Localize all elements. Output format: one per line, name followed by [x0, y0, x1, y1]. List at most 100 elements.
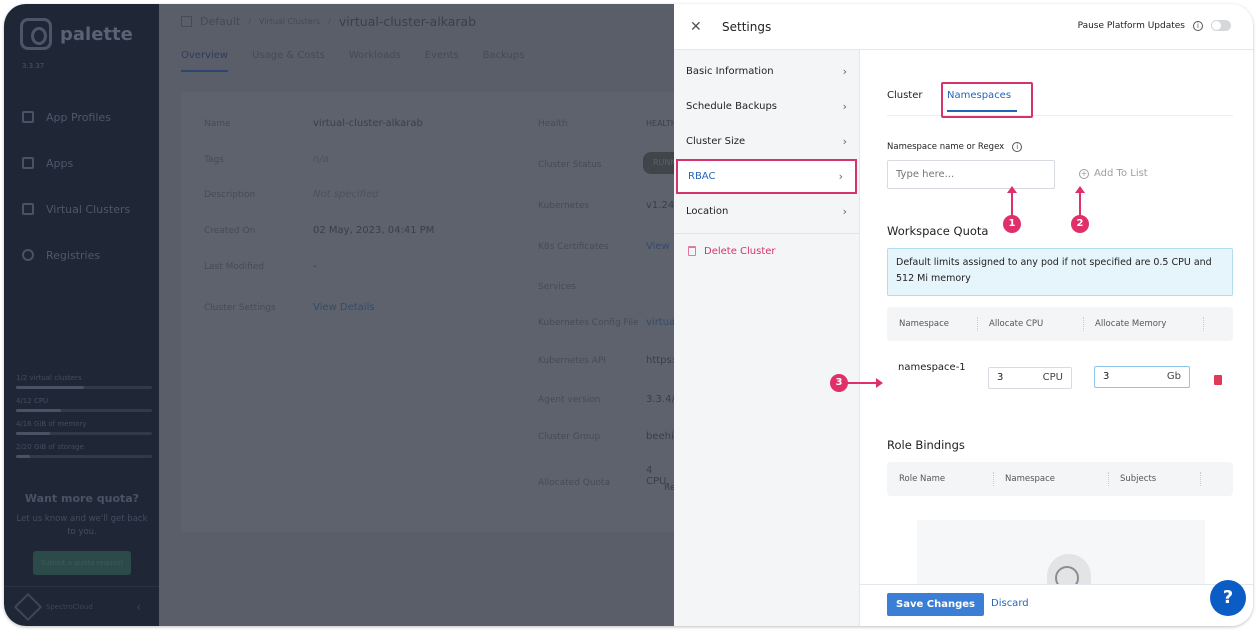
- rbac-tabs: Cluster Namespaces: [887, 82, 1233, 118]
- close-icon[interactable]: ✕: [690, 19, 710, 35]
- tab-usage-costs[interactable]: Usage & Costs: [252, 50, 325, 72]
- chevron-right-icon: ›: [842, 100, 847, 113]
- discard-button[interactable]: Discard: [991, 598, 1029, 609]
- settings-nav-basic-information[interactable]: Basic Information ›: [674, 54, 859, 89]
- sidebar-item-label: Registries: [46, 248, 101, 262]
- footer-brand: SpectroCloud: [46, 602, 93, 611]
- settings-nav-label: Schedule Backups: [686, 101, 777, 112]
- tab-backups[interactable]: Backups: [483, 50, 525, 72]
- spectrocloud-logo-icon: [13, 592, 43, 621]
- annotation-arrow: [1075, 186, 1085, 217]
- tab-cluster[interactable]: Cluster: [887, 90, 923, 101]
- chevron-right-icon: ›: [842, 135, 847, 148]
- pause-updates-label: Pause Platform Updates: [1077, 20, 1185, 31]
- palette-logo-icon: [20, 18, 52, 50]
- usage-fill: [16, 432, 50, 435]
- sidebar-footer: SpectroCloud ‹: [4, 586, 159, 626]
- sidebar-item-apps[interactable]: Apps: [4, 140, 159, 186]
- column-header: Allocate CPU: [989, 319, 1044, 329]
- breadcrumb-current: virtual-cluster-alkarab: [338, 14, 477, 29]
- detail-label: Services: [538, 282, 576, 292]
- usage-virtual-clusters: 1/2 virtual clusters: [16, 374, 152, 389]
- detail-value: n/a: [313, 154, 329, 165]
- settings-title: Settings: [722, 19, 772, 34]
- highlight-box: [941, 82, 1033, 118]
- usage-storage: 2/20 GiB of storage: [16, 443, 152, 458]
- delete-row-icon[interactable]: [1214, 375, 1222, 385]
- detail-label: K8s Certificates: [538, 242, 609, 252]
- default-limits-info: Default limits assigned to any pod if no…: [887, 248, 1233, 296]
- detail-value: -: [313, 261, 317, 272]
- sidebar-item-registries[interactable]: Registries: [4, 232, 159, 278]
- column-header: Namespace: [1005, 474, 1056, 484]
- tab-workloads[interactable]: Workloads: [349, 50, 401, 72]
- settings-nav-cluster-size[interactable]: Cluster Size ›: [674, 124, 859, 159]
- settings-nav-label: Location: [686, 206, 729, 217]
- quota-request-button[interactable]: Submit a quota request: [33, 551, 131, 575]
- settings-nav: Basic Information › Schedule Backups › C…: [674, 50, 860, 626]
- detail-label: Description: [204, 190, 256, 200]
- namespace-input[interactable]: [887, 160, 1055, 189]
- sidebar-item-app-profiles[interactable]: App Profiles: [4, 94, 159, 140]
- settings-nav-rbac[interactable]: RBAC ›: [676, 159, 857, 194]
- k8s-certificates-link[interactable]: View: [646, 241, 670, 252]
- chevron-right-icon: ›: [842, 65, 847, 78]
- tab-events[interactable]: Events: [425, 50, 459, 72]
- breadcrumb-section[interactable]: Virtual Clusters: [259, 17, 320, 26]
- usage-fill: [16, 409, 61, 412]
- workspace-quota-title: Workspace Quota: [887, 224, 989, 238]
- add-to-list-button[interactable]: + Add To List: [1079, 168, 1148, 179]
- app-name: palette: [60, 23, 133, 45]
- usage-cpu: 4/12 CPU: [16, 397, 152, 412]
- sidebar-item-label: Apps: [46, 156, 74, 170]
- pause-updates-toggle[interactable]: [1211, 20, 1231, 31]
- main-content-overlay: Default / Virtual Clusters / virtual-clu…: [159, 4, 691, 626]
- column-header: Namespace: [899, 319, 950, 329]
- detail-label: Created On: [204, 226, 256, 236]
- trash-icon: [688, 246, 696, 256]
- chevron-right-icon: ›: [838, 170, 843, 183]
- detail-label: Name: [204, 119, 231, 129]
- rbac-content: Cluster Namespaces Namespace name or Reg…: [884, 50, 1234, 590]
- memory-input[interactable]: 3 Gb: [1094, 366, 1190, 388]
- delete-cluster-button[interactable]: Delete Cluster: [674, 234, 859, 268]
- quota-table-header: Namespace Allocate CPU Allocate Memory: [887, 307, 1233, 341]
- app-version: 3.3.37: [22, 62, 45, 70]
- column-header: Role Name: [899, 474, 946, 484]
- detail-label: Kubernetes: [538, 201, 589, 211]
- cpu-input[interactable]: 3 CPU: [988, 367, 1072, 389]
- settings-footer: Save Changes Discard: [860, 584, 1253, 626]
- settings-nav-schedule-backups[interactable]: Schedule Backups ›: [674, 89, 859, 124]
- breadcrumb-project[interactable]: Default: [200, 15, 240, 28]
- usage-fill: [16, 386, 84, 389]
- info-icon[interactable]: i: [1012, 142, 1023, 152]
- detail-label: Tags: [204, 155, 224, 165]
- annotation-arrow: [847, 378, 883, 388]
- gear-icon: [22, 249, 34, 261]
- chevron-right-icon: ›: [842, 205, 847, 218]
- detail-label: Allocated Quota: [538, 478, 611, 488]
- detail-label: Kubernetes API: [538, 356, 607, 366]
- empty-state: [917, 520, 1205, 590]
- settings-nav-label: Basic Information: [686, 66, 774, 77]
- help-button[interactable]: ?: [1210, 580, 1246, 616]
- delete-cluster-label: Delete Cluster: [704, 245, 776, 257]
- view-details-link[interactable]: View Details: [313, 302, 375, 313]
- database-icon: [22, 111, 34, 123]
- usage-summary: 1/2 virtual clusters 4/12 CPU 4/16 GiB o…: [16, 374, 152, 466]
- info-icon[interactable]: i: [1193, 20, 1203, 31]
- sidebar-item-virtual-clusters[interactable]: Virtual Clusters: [4, 186, 159, 232]
- quota-promo: Want more quota? Let us know and we'll g…: [12, 492, 152, 575]
- namespace-field-label: Namespace name or Regex i: [887, 142, 1023, 152]
- annotation-marker-2: 2: [1071, 215, 1089, 233]
- settings-nav-location[interactable]: Location ›: [674, 194, 859, 229]
- chevron-left-icon[interactable]: ‹: [136, 600, 141, 614]
- detail-label: Last Modified: [204, 262, 265, 272]
- save-changes-button[interactable]: Save Changes: [887, 593, 984, 616]
- palette-logo[interactable]: palette: [20, 18, 133, 50]
- tab-overview[interactable]: Overview: [181, 50, 229, 72]
- detail-value: 02 May, 2023, 04:41 PM: [313, 225, 435, 236]
- settings-drawer: ✕ Settings Pause Platform Updates i Basi…: [674, 4, 1253, 626]
- pause-platform-updates: Pause Platform Updates i: [1078, 20, 1231, 31]
- namespace-name: namespace-1: [898, 362, 966, 373]
